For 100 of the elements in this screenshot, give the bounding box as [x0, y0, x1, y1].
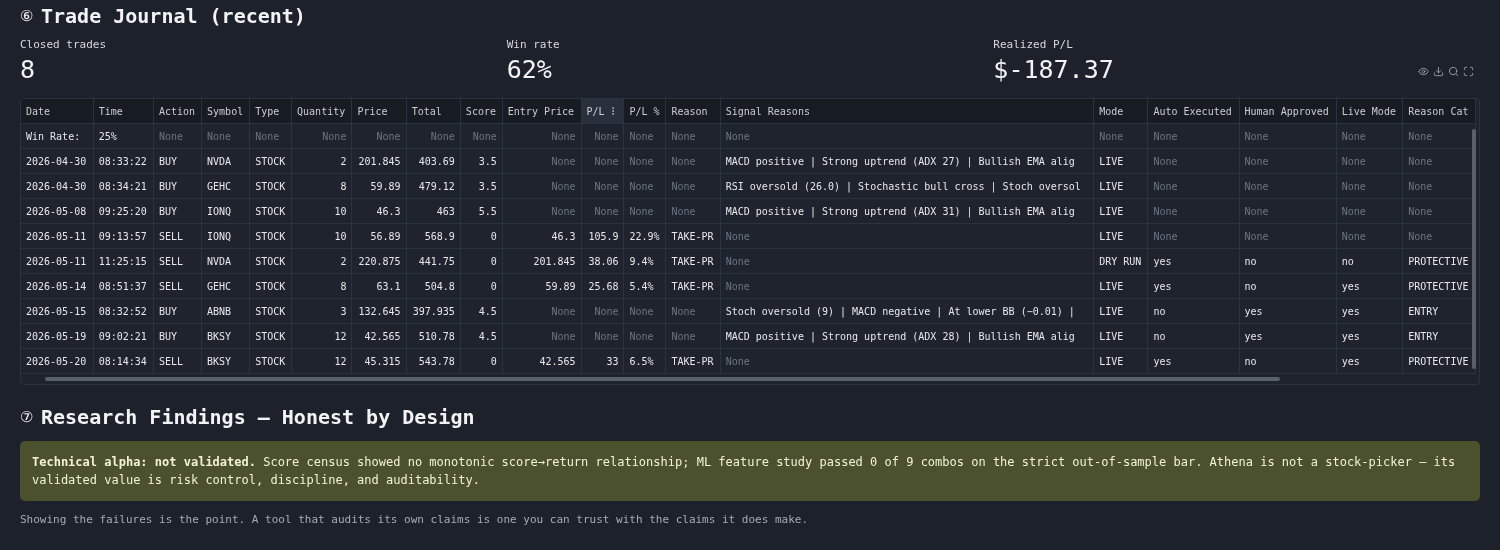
table-cell: 441.75: [406, 248, 461, 274]
eye-icon[interactable]: [1418, 66, 1429, 77]
horizontal-scrollbar[interactable]: [45, 377, 1280, 381]
column-header[interactable]: Signal Reasons: [720, 99, 1094, 124]
table-cell: None: [720, 348, 1094, 374]
table-cell: STOCK: [249, 148, 292, 174]
column-header[interactable]: Score: [460, 99, 503, 124]
vertical-scrollbar[interactable]: [1472, 129, 1476, 369]
table-cell: STOCK: [249, 223, 292, 249]
table-cell: no: [1147, 323, 1240, 349]
column-header[interactable]: Symbol: [201, 99, 250, 124]
table-cell: None: [1093, 123, 1148, 149]
table-cell: LIVE: [1093, 348, 1148, 374]
table-cell: None: [201, 123, 250, 149]
table-cell: 08:14:34: [93, 348, 154, 374]
table-cell: 46.3: [351, 198, 407, 224]
table-cell: None: [624, 148, 666, 174]
table-cell: yes: [1147, 273, 1240, 299]
table-cell: yes: [1239, 298, 1337, 324]
table-cell: yes: [1147, 248, 1240, 274]
table-cell: BUY: [153, 323, 202, 349]
table-cell: 12: [291, 348, 352, 374]
table-cell: None: [624, 123, 666, 149]
table-cell: 08:51:37: [93, 273, 154, 299]
table-cell: None: [1336, 198, 1403, 224]
table-cell: 59.89: [502, 273, 582, 299]
column-header[interactable]: Date: [21, 99, 94, 124]
column-header[interactable]: P/L: [581, 99, 624, 124]
table-cell: None: [1239, 123, 1337, 149]
table-cell: 2026-05-08: [21, 198, 94, 224]
table-cell: BKSY: [201, 348, 250, 374]
table-cell: 2026-05-15: [21, 298, 94, 324]
table-cell: 0: [460, 223, 503, 249]
table-cell: None: [720, 248, 1094, 274]
column-header[interactable]: Type: [249, 99, 292, 124]
column-header[interactable]: Quantity: [291, 99, 352, 124]
column-header[interactable]: Reason Cat: [1402, 99, 1476, 124]
table-cell: LIVE: [1093, 323, 1148, 349]
table-cell: None: [1336, 223, 1403, 249]
column-header[interactable]: Live Mode: [1336, 99, 1403, 124]
table-cell: None: [502, 323, 582, 349]
table-cell: 4.5: [460, 298, 503, 324]
table-cell: 10: [291, 223, 352, 249]
table-cell: 42.565: [502, 348, 582, 374]
table-cell: 403.69: [406, 148, 461, 174]
table-cell: NVDA: [201, 148, 250, 174]
metric-label: Closed trades: [20, 38, 108, 51]
table-cell: 08:34:21: [93, 173, 154, 199]
table-cell: None: [1147, 173, 1240, 199]
table-cell: 3.5: [460, 148, 503, 174]
column-header[interactable]: Reason: [665, 99, 721, 124]
table-cell: 59.89: [351, 173, 407, 199]
table-cell: None: [291, 123, 352, 149]
column-header[interactable]: Human Approved: [1239, 99, 1337, 124]
table-cell: 5.5: [460, 198, 503, 224]
table-cell: None: [249, 123, 292, 149]
column-header[interactable]: Time: [93, 99, 154, 124]
table-cell: None: [1147, 123, 1240, 149]
table-cell: None: [720, 123, 1094, 149]
column-header[interactable]: Price: [351, 99, 407, 124]
download-icon[interactable]: [1433, 66, 1444, 77]
table-cell: TAKE-PR: [665, 348, 721, 374]
table-cell: TAKE-PR: [665, 223, 721, 249]
column-header[interactable]: Mode: [1093, 99, 1148, 124]
table-cell: None: [581, 148, 624, 174]
table-cell: MACD positive | Strong uptrend (ADX 31) | Bullish EMA alig: [720, 198, 1094, 224]
column-header[interactable]: Action: [153, 99, 202, 124]
table-cell: 568.9: [406, 223, 461, 249]
table-cell: LIVE: [1093, 298, 1148, 324]
callout-text: Technical alpha: not validated. Score census showed no monotonic score→return relationship; ML feature study passed 0 of 9 combos on the strict out-of-sample bar. Athena is not a stock-picker — its validated value is risk control, discipline, and auditability.: [20, 441, 1480, 501]
table-cell: 0: [460, 248, 503, 274]
table-cell: yes: [1336, 273, 1403, 299]
column-header[interactable]: P/L %: [624, 99, 666, 124]
search-icon[interactable]: [1448, 66, 1459, 77]
table-cell: BKSY: [201, 323, 250, 349]
column-header[interactable]: Auto Executed: [1147, 99, 1240, 124]
metric-value: $-187.37: [993, 55, 1114, 84]
table-cell: 2026-04-30: [21, 173, 94, 199]
table-cell: STOCK: [249, 248, 292, 274]
column-header[interactable]: Entry Price: [502, 99, 582, 124]
table-cell: 46.3: [502, 223, 582, 249]
column-header[interactable]: Total: [406, 99, 461, 124]
table-cell: ABNB: [201, 298, 250, 324]
table-cell: None: [1147, 198, 1240, 224]
table-cell: 220.875: [351, 248, 407, 274]
table-cell: None: [1239, 173, 1337, 199]
table-cell: BUY: [153, 198, 202, 224]
table-cell: 63.1: [351, 273, 407, 299]
table-cell: 8: [291, 273, 352, 299]
table-cell: 0: [460, 273, 503, 299]
table-cell: 12: [291, 323, 352, 349]
table-cell: 25.68: [581, 273, 624, 299]
table-cell: STOCK: [249, 173, 292, 199]
table-cell: TAKE-PR: [665, 248, 721, 274]
table-cell: None: [665, 123, 721, 149]
table-cell: no: [1239, 348, 1337, 374]
table-cell: LIVE: [1093, 223, 1148, 249]
fullscreen-icon[interactable]: [1463, 66, 1474, 77]
table-cell: 56.89: [351, 223, 407, 249]
table-cell: 463: [406, 198, 461, 224]
